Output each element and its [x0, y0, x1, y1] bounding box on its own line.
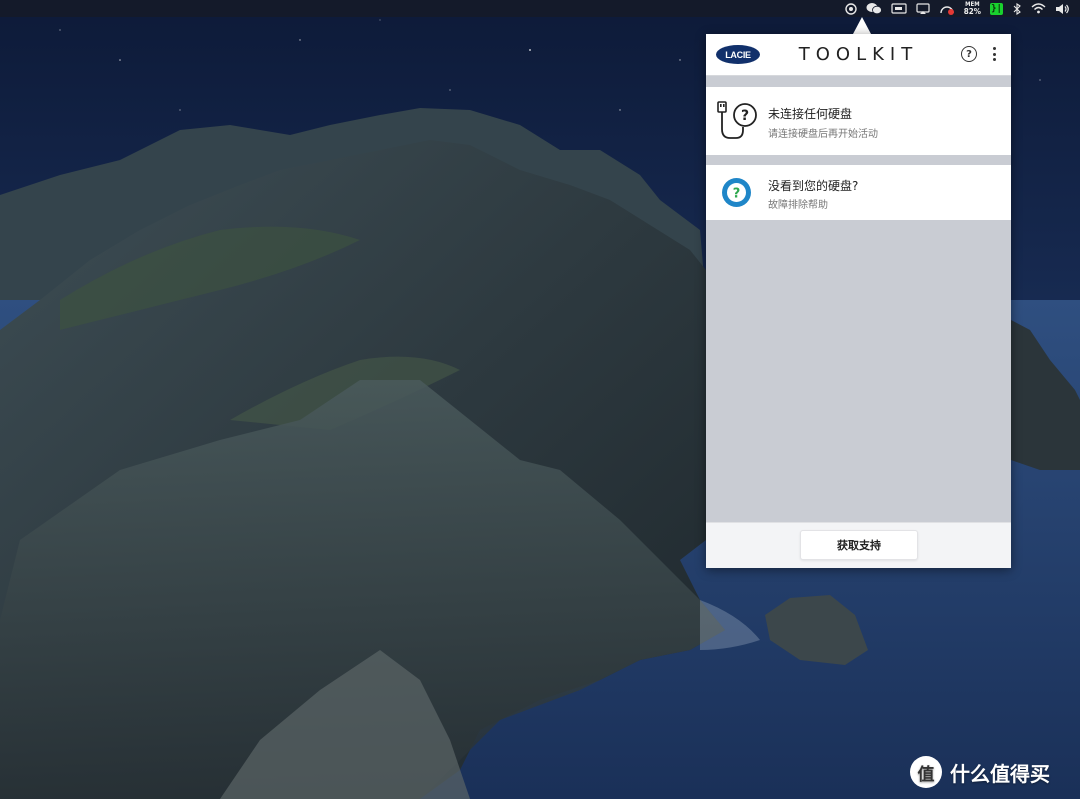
- question-help-icon: ?: [721, 177, 752, 212]
- help-button[interactable]: ?: [961, 46, 977, 62]
- terminal-icon[interactable]: }|: [990, 0, 1003, 17]
- troubleshoot-title: 没看到您的硬盘?: [768, 179, 859, 193]
- toolkit-panel: LACIE TOOLKIT ? ? 未连接任何硬盘 请连接硬盘后再开始活动 ? …: [706, 34, 1011, 568]
- lacie-toolkit-icon[interactable]: [845, 0, 857, 17]
- more-dot: [992, 47, 996, 50]
- no-drive-card: ? 未连接任何硬盘 请连接硬盘后再开始活动: [706, 87, 1011, 155]
- cast-icon[interactable]: [916, 0, 930, 17]
- no-drive-title: 未连接任何硬盘: [768, 107, 853, 121]
- svg-text:?: ?: [741, 108, 749, 124]
- disconnected-drive-icon: ?: [715, 99, 761, 149]
- toolkit-header: LACIE TOOLKIT ?: [706, 34, 1011, 76]
- lacie-logo: LACIE: [716, 45, 760, 64]
- watermark-text: 什么值得买: [950, 761, 1050, 786]
- display-icon[interactable]: [891, 0, 907, 17]
- toolkit-title: TOOLKIT: [798, 44, 919, 65]
- terminal-glyph: }|: [990, 2, 1003, 15]
- wechat-icon[interactable]: [866, 0, 882, 17]
- more-dot: [992, 58, 996, 61]
- get-support-button[interactable]: 获取支持: [800, 530, 918, 560]
- memory-icon[interactable]: MEM 82%: [964, 0, 981, 17]
- watermark-badge: 值: [910, 756, 942, 788]
- popover-arrow: [853, 17, 871, 34]
- svg-text:?: ?: [733, 187, 741, 202]
- section-divider: [706, 76, 1011, 87]
- toolkit-footer: 获取支持: [706, 522, 1011, 568]
- no-drive-subtitle: 请连接硬盘后再开始活动: [768, 129, 878, 140]
- smzdm-watermark: 值 什么值得买: [910, 755, 1050, 789]
- menu-bar: MEM 82% }|: [0, 0, 1080, 17]
- more-dot: [992, 52, 996, 56]
- monitor-icon[interactable]: [939, 0, 955, 17]
- troubleshoot-card[interactable]: ? 没看到您的硬盘? 故障排除帮助: [706, 165, 1011, 220]
- bluetooth-icon[interactable]: [1012, 0, 1022, 17]
- memory-value: 82%: [963, 6, 981, 16]
- empty-content-area: [706, 220, 1011, 521]
- volume-icon[interactable]: [1055, 0, 1070, 17]
- wifi-icon[interactable]: [1031, 0, 1046, 17]
- troubleshoot-link[interactable]: 故障排除帮助: [768, 196, 828, 211]
- more-options-button[interactable]: [988, 46, 1000, 62]
